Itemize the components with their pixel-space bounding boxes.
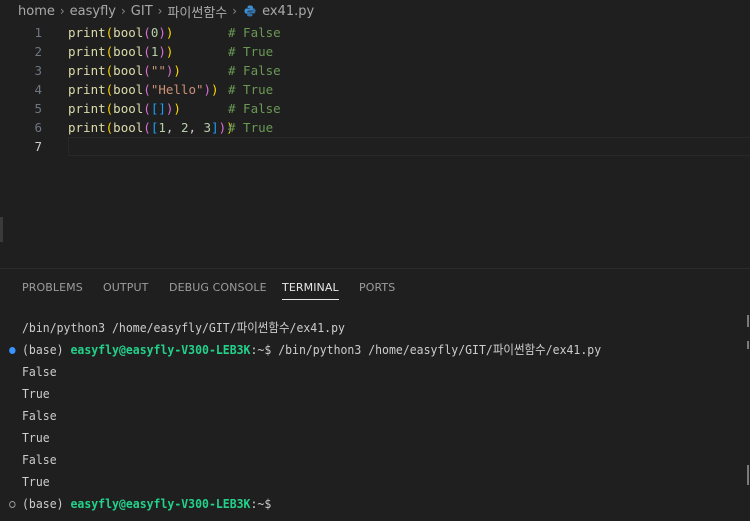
breadcrumb-item-home[interactable]: home [18,4,55,19]
terminal-output-line: True [22,474,50,489]
current-line-highlight [68,137,750,156]
code-text: print(bool([1, 2, 3])) [68,120,234,135]
code-comment: # False [228,63,281,78]
breadcrumb: home › easyfly › GIT › 파이썬함수 › ex41.py [0,0,750,22]
code-comment: # True [228,120,274,135]
line-number: 5 [34,101,42,116]
line-number: 2 [34,44,42,59]
editor-scroll-marker [0,217,3,242]
terminal-prompt-line: (base) easyfly@easyfly-V300-LEB3K:~$ /bi… [9,339,683,361]
code-line-current[interactable]: 7 [0,137,750,156]
code-text: print(bool("")) [68,63,181,78]
terminal-command-echo: /bin/python3 /home/easyfly/GIT/파이썬함수/ex4… [22,320,345,335]
terminal-prompt-line: (base) easyfly@easyfly-V300-LEB3K:~$ [9,493,683,515]
code-text: print(bool([])) [68,101,181,116]
breadcrumb-item-git[interactable]: GIT [131,4,153,19]
terminal-output[interactable]: /bin/python3 /home/easyfly/GIT/파이썬함수/ex4… [9,317,683,515]
scroll-marker [747,315,749,327]
code-line[interactable]: 6 print(bool([1, 2, 3])) # True [0,118,750,137]
python-icon [244,5,256,17]
terminal-line: /bin/python3 /home/easyfly/GIT/파이썬함수/ex4… [22,317,683,339]
terminal-output-line: False [22,364,57,379]
command-pending-decoration-icon[interactable] [9,501,16,508]
terminal-output-line: False [22,408,57,423]
panel-tabs: PROBLEMS OUTPUT DEBUG CONSOLE TERMINAL P… [0,269,750,305]
line-number: 1 [34,25,42,40]
line-number: 4 [34,82,42,97]
chevron-right-icon: › [157,4,163,18]
code-comment: # False [228,101,281,116]
code-line[interactable]: 1 print(bool(0)) # False [0,23,750,42]
chevron-right-icon: › [232,4,238,18]
terminal-output-line: True [22,386,50,401]
code-line[interactable]: 2 print(bool(1)) # True [0,42,750,61]
terminal-output-line: False [22,452,57,467]
scroll-marker [747,465,749,485]
tab-terminal[interactable]: TERMINAL [282,281,339,300]
code-comment: # False [228,25,281,40]
line-number: 7 [34,139,42,154]
code-comment: # True [228,82,274,97]
scroll-marker [747,341,749,349]
prompt-path: :~$ [250,496,272,511]
prompt-user: easyfly@easyfly-V300-LEB3K [70,342,251,357]
code-text: print(bool(0)) [68,25,174,40]
code-text: print(bool("Hello")) [68,82,219,97]
chevron-right-icon: › [59,4,65,18]
code-line[interactable]: 4 print(bool("Hello")) # True [0,80,750,99]
code-line[interactable]: 5 print(bool([])) # False [0,99,750,118]
code-line[interactable]: 3 print(bool("")) # False [0,61,750,80]
breadcrumb-item-folder[interactable]: 파이썬함수 [167,2,227,21]
tab-output[interactable]: OUTPUT [103,281,148,294]
terminal-scrollbar[interactable] [746,315,750,485]
tab-debug-console[interactable]: DEBUG CONSOLE [169,281,267,294]
code-editor[interactable]: 1 print(bool(0)) # False 2 print(bool(1)… [0,22,750,268]
line-number: 6 [34,120,42,135]
terminal-output-line: True [22,430,50,445]
prompt-user: easyfly@easyfly-V300-LEB3K [70,496,251,511]
code-comment: # True [228,44,274,59]
chevron-right-icon: › [120,4,126,18]
terminal-command: /bin/python3 /home/easyfly/GIT/파이썬함수/ex4… [278,342,602,357]
prompt-path: :~$ [250,342,272,357]
tab-ports[interactable]: PORTS [359,281,395,294]
prompt-env: (base) [22,496,64,511]
tab-problems[interactable]: PROBLEMS [22,281,83,294]
command-success-decoration-icon[interactable] [9,347,16,354]
breadcrumb-item-easyfly[interactable]: easyfly [70,4,116,19]
breadcrumb-file[interactable]: ex41.py [262,4,314,19]
code-text: print(bool(1)) [68,44,174,59]
bottom-panel: PROBLEMS OUTPUT DEBUG CONSOLE TERMINAL P… [0,268,750,521]
line-number: 3 [34,63,42,78]
prompt-env: (base) [22,342,64,357]
